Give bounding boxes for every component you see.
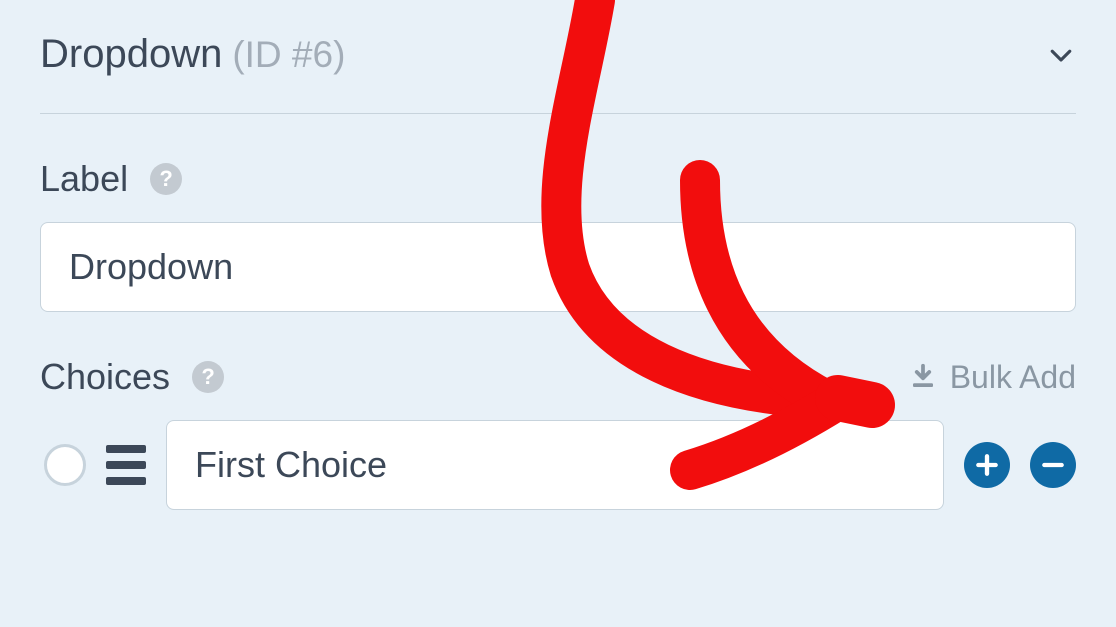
bulk-add-button[interactable]: Bulk Add [908,359,1076,396]
choice-input[interactable] [166,420,944,510]
field-options-panel: Dropdown (ID #6) Label ? Choices ? [0,0,1116,510]
help-icon[interactable]: ? [192,361,224,393]
field-title: Dropdown (ID #6) [40,32,345,77]
default-choice-radio[interactable] [44,444,86,486]
field-id: (ID #6) [232,34,345,76]
add-choice-button[interactable] [964,442,1010,488]
download-icon [908,362,938,392]
bulk-add-label: Bulk Add [950,359,1076,396]
choices-heading: Choices [40,356,170,398]
choice-row [40,420,1076,510]
label-heading: Label [40,158,128,200]
label-section: Label ? [40,158,1076,312]
drag-handle-icon[interactable] [106,445,146,485]
choices-section: Choices ? Bulk Add [40,356,1076,510]
choices-header-row: Choices ? Bulk Add [40,356,1076,398]
label-header-row: Label ? [40,158,1076,200]
field-type-name: Dropdown [40,32,222,77]
field-header: Dropdown (ID #6) [40,32,1076,114]
help-icon[interactable]: ? [150,163,182,195]
remove-choice-button[interactable] [1030,442,1076,488]
label-input[interactable] [40,222,1076,312]
chevron-down-icon[interactable] [1046,40,1076,70]
